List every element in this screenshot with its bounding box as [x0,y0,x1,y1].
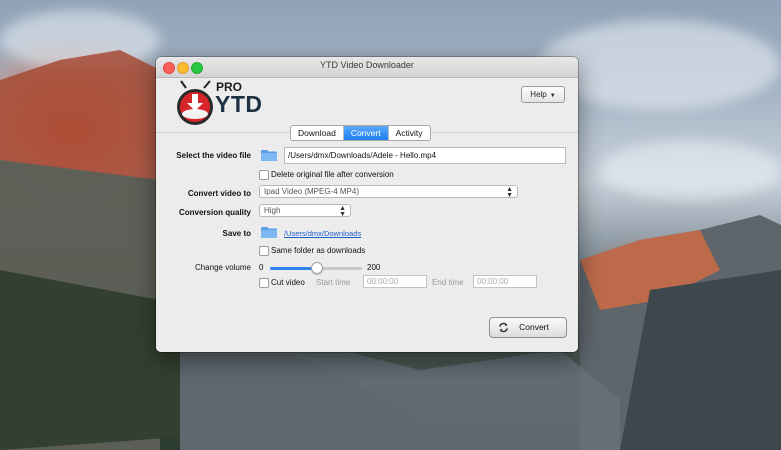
quality-label: Conversion quality [178,208,251,217]
volume-slider-knob[interactable] [311,262,323,274]
quality-select[interactable]: High ▲ ▼ [259,204,351,218]
app-window: YTD Video Downloader PRO YTD Help ▼ Selec… [156,57,578,352]
chevron-down-icon: ▼ [549,93,556,99]
tab-bar: Download Convert Activity [290,125,431,141]
help-label: Help [530,90,547,99]
window-title: YTD Video Downloader [320,60,414,70]
tab-download[interactable]: Download [291,126,344,140]
convert-button-label: Convert [519,322,549,332]
folder-icon[interactable] [260,226,278,239]
save-to-label: Save to [222,229,251,238]
up-down-arrows-icon: ▲ ▼ [506,186,513,199]
folder-icon[interactable] [260,149,278,162]
convert-to-label: Convert video to [187,189,251,198]
delete-original-label: Delete original file after conversion [271,170,394,179]
cut-video-label: Cut video [271,278,305,287]
same-folder-label: Same folder as downloads [271,246,366,255]
end-time-label: End time [432,278,464,287]
convert-panel: Select the video file /Users/dmx/Downloa… [156,132,578,352]
volume-max-label: 200 [367,263,381,272]
convert-arrows-icon [499,322,508,333]
tab-convert[interactable]: Convert [343,126,389,140]
quality-select-value: High [264,206,281,215]
start-time-input[interactable]: 00:00:00 [363,275,427,288]
title-bar[interactable]: YTD Video Downloader [156,57,578,78]
format-select[interactable]: Ipad Video (MPEG-4 MP4) ▲ ▼ [259,185,518,199]
convert-button[interactable]: Convert [489,317,567,338]
save-to-path-link[interactable]: /Users/dmx/Downloads [284,229,361,238]
start-time-label: Start time [316,278,351,287]
volume-slider-fill [270,267,316,270]
video-file-path-field[interactable]: /Users/dmx/Downloads/Adele - Hello.mp4 [284,147,566,164]
logo-ytd-text: YTD [215,91,263,117]
format-select-value: Ipad Video (MPEG-4 MP4) [264,187,360,196]
end-time-input[interactable]: 00:00:00 [473,275,537,288]
app-header: PRO YTD Help ▼ [156,78,578,128]
same-folder-checkbox[interactable] [259,246,269,256]
volume-min-label: 0 [259,263,264,272]
up-down-arrows-icon: ▲ ▼ [339,205,346,218]
select-file-label: Select the video file [176,151,251,160]
tab-activity[interactable]: Activity [389,126,430,140]
volume-label: Change volume [194,263,251,272]
help-menu-button[interactable]: Help ▼ [521,86,565,103]
delete-original-checkbox[interactable] [259,170,269,180]
cut-video-checkbox[interactable] [259,278,269,288]
